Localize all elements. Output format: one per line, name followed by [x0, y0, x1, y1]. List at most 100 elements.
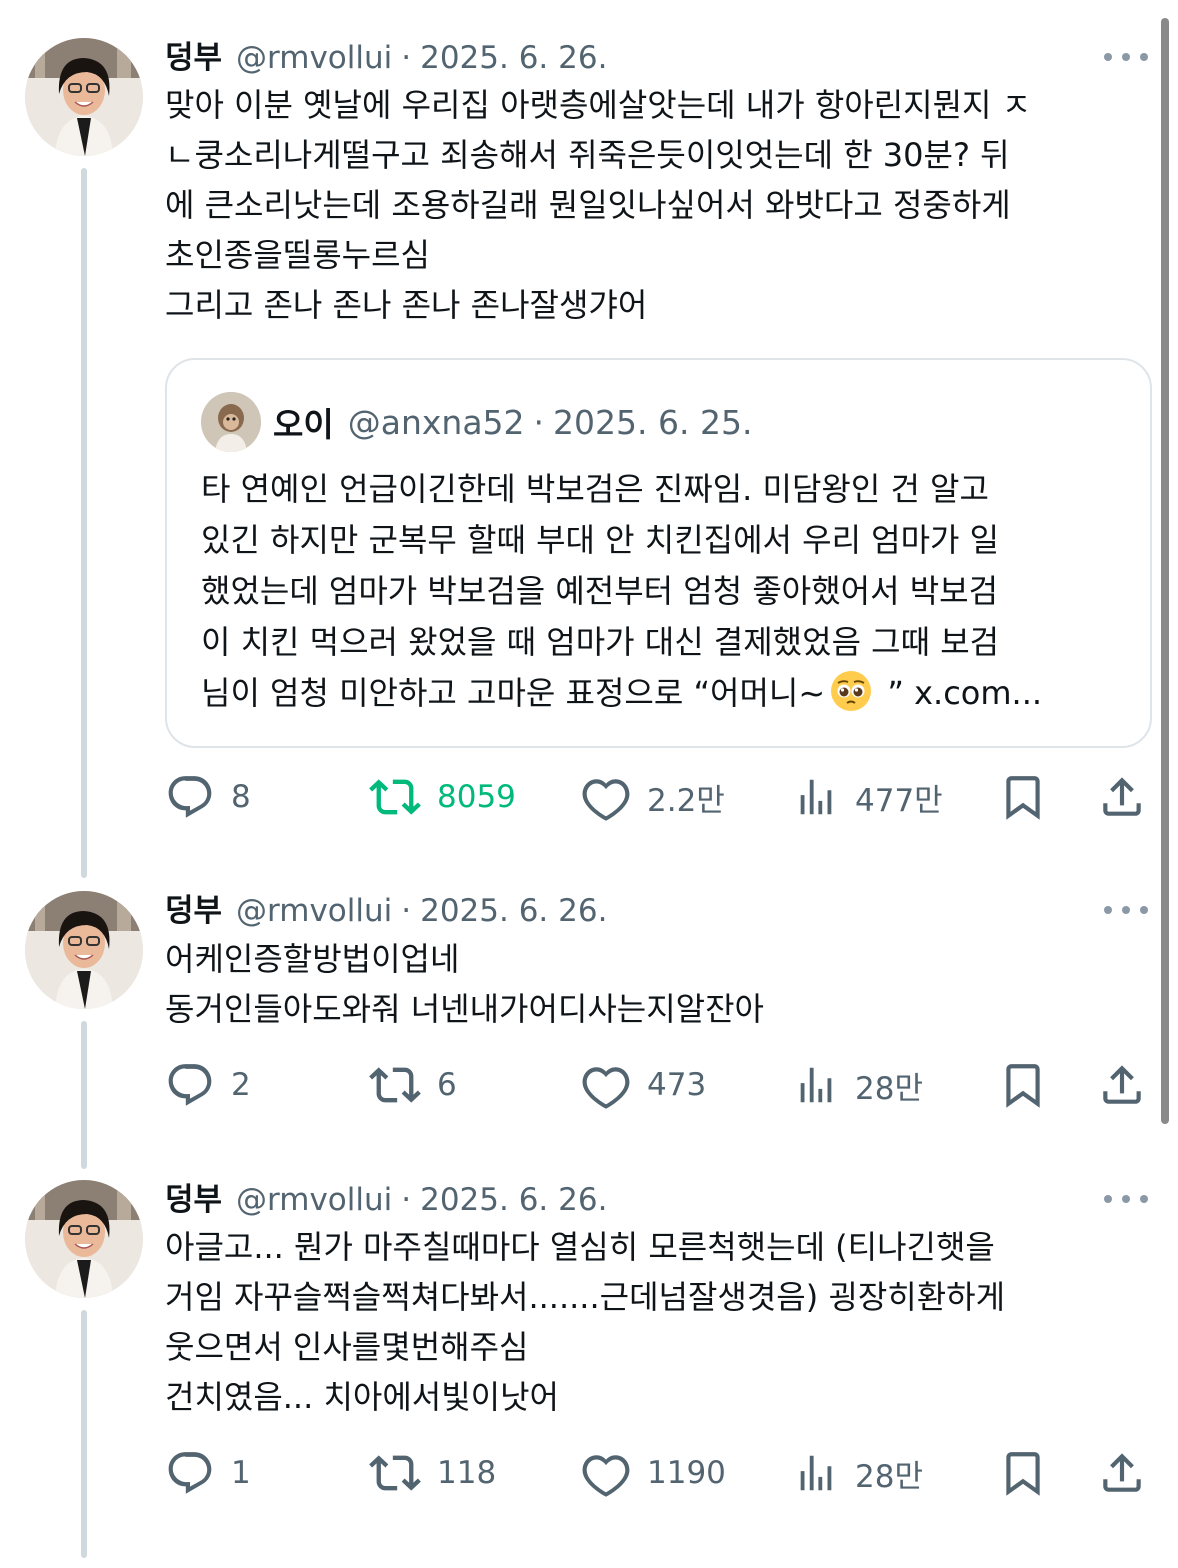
retweet-icon: [369, 779, 421, 815]
more-dots-icon[interactable]: [1104, 897, 1148, 923]
reply-count: 2: [231, 1067, 251, 1103]
retweet-icon: [369, 1067, 421, 1103]
text-line: 타 연예인 언급이긴한데 박보검은 진짜임. 미담왕인 건 알고: [201, 470, 989, 508]
text-line: 어케인증할방법이업네: [165, 940, 460, 978]
views-icon: [800, 779, 832, 815]
heart-icon: [582, 779, 630, 821]
reply-count: 1: [231, 1455, 251, 1491]
more-dots-icon[interactable]: [1104, 44, 1148, 70]
text-line: 초인종을띨롱누르심: [165, 236, 430, 274]
share-icon: [1103, 777, 1141, 816]
reply-button[interactable]: 2: [165, 1057, 251, 1113]
retweet-count: 6: [437, 1067, 457, 1103]
like-count: 1190: [647, 1455, 726, 1491]
reply-button[interactable]: 8: [165, 769, 251, 825]
thread-line: [81, 1310, 87, 1558]
action-bar: 2 6 473 28만: [165, 1057, 1155, 1113]
quoted-avatar[interactable]: [201, 392, 261, 452]
like-button[interactable]: 473: [581, 1057, 706, 1113]
reply-button[interactable]: 1: [165, 1445, 251, 1501]
text-line: 에 큰소리낫는데 조용하길래 뭔일잇나싶어서 와밧다고 정중하게: [165, 186, 1011, 224]
quoted-date[interactable]: 2025. 6. 25.: [553, 403, 752, 442]
retweet-button[interactable]: 118: [369, 1445, 496, 1501]
author-handle[interactable]: @rmvollui: [236, 889, 392, 933]
thread-line: [81, 168, 87, 878]
bookmark-button[interactable]: [998, 1057, 1048, 1113]
thread-page: 덩부 @rmvollui · 2025. 6. 26. 맞아 이분 옛날에 우리…: [0, 0, 1178, 1568]
views-count: 28만: [855, 1458, 923, 1495]
quoted-author-name[interactable]: 오이: [273, 398, 334, 446]
tweet-text: 어케인증할방법이업네 동거인들아도와줘 너넨내가어디사는지알잔아: [165, 934, 1140, 1034]
text-line: 건치였음... 치아에서빛이낫어: [165, 1378, 559, 1416]
like-button[interactable]: 1190: [581, 1445, 726, 1501]
quoted-tweet-card[interactable]: 오이 @anxna52 · 2025. 6. 25. 타 연예인 언급이긴한데 …: [165, 358, 1152, 748]
action-bar: 8 8059 2.2만 477만: [165, 769, 1155, 825]
tweet-date[interactable]: 2025. 6. 26.: [420, 36, 607, 80]
reply-icon: [168, 1064, 212, 1106]
text-fragment: ” x.com...: [877, 674, 1043, 712]
heart-icon: [582, 1455, 630, 1497]
views-button[interactable]: 28만: [793, 1445, 923, 1501]
retweet-button[interactable]: 8059: [369, 769, 516, 825]
views-icon: [800, 1455, 832, 1491]
like-count: 2.2만: [647, 782, 725, 819]
retweet-count: 8059: [437, 779, 516, 815]
heart-icon: [582, 1067, 630, 1109]
avatar[interactable]: [25, 1180, 143, 1298]
bookmark-icon: [1006, 1064, 1040, 1108]
views-count: 28만: [855, 1070, 923, 1107]
avatar[interactable]: [25, 891, 143, 1009]
share-icon: [1103, 1453, 1141, 1492]
quoted-text: 타 연예인 언급이긴한데 박보검은 진짜임. 미담왕인 건 알고 있긴 하지만 …: [201, 464, 1131, 719]
text-line: 그리고 존나 존나 존나 존나잘생갸어: [165, 286, 648, 324]
author-name[interactable]: 덩부: [165, 1178, 222, 1222]
text-line: 동거인들아도와줘 너넨내가어디사는지알잔아: [165, 990, 764, 1028]
tweet-header: 덩부 @rmvollui · 2025. 6. 26.: [165, 889, 607, 933]
text-line: 있긴 하지만 군복무 할때 부대 안 치킨집에서 우리 엄마가 일: [201, 521, 1000, 559]
bookmark-icon: [1006, 776, 1040, 820]
separator: ·: [533, 402, 545, 442]
text-line: 맞아 이분 옛날에 우리집 아랫층에살앗는데 내가 항아린지뭔지 ㅈ: [165, 86, 1032, 124]
separator: ·: [401, 893, 412, 929]
retweet-button[interactable]: 6: [369, 1057, 457, 1113]
tweet-header: 덩부 @rmvollui · 2025. 6. 26.: [165, 1178, 607, 1222]
bookmark-icon: [1006, 1452, 1040, 1496]
tweet-date[interactable]: 2025. 6. 26.: [420, 1178, 607, 1222]
separator: ·: [401, 40, 412, 76]
views-button[interactable]: 477만: [793, 769, 943, 825]
text-line: 웃으면서 인사를몇번해주심: [165, 1328, 529, 1366]
author-name[interactable]: 덩부: [165, 36, 222, 80]
text-line: 거임 자꾸슬쩍슬쩍쳐다봐서.......근데넘잘생겻음) 굉장히환하게: [165, 1278, 1006, 1316]
tweet-date[interactable]: 2025. 6. 26.: [420, 889, 607, 933]
share-button[interactable]: [1097, 1057, 1147, 1113]
scrollbar[interactable]: [1161, 18, 1169, 1124]
share-button[interactable]: [1097, 1445, 1147, 1501]
share-icon: [1103, 1065, 1141, 1104]
avatar[interactable]: [25, 38, 143, 156]
text-line: 아글고... 뭔가 마주칠때마다 열심히 모른척햇는데 (티나긴햇을: [165, 1228, 995, 1266]
tweet-header: 덩부 @rmvollui · 2025. 6. 26.: [165, 36, 607, 80]
bookmark-button[interactable]: [998, 1445, 1048, 1501]
quoted-header: 오이 @anxna52 · 2025. 6. 25.: [273, 398, 752, 446]
text-fragment: 님이 엄청 미안하고 고마운 표정으로 “어머니~: [201, 674, 826, 712]
quoted-author-handle[interactable]: @anxna52: [348, 403, 525, 442]
author-name[interactable]: 덩부: [165, 889, 222, 933]
views-button[interactable]: 28만: [793, 1057, 923, 1113]
bookmark-button[interactable]: [998, 769, 1048, 825]
author-handle[interactable]: @rmvollui: [236, 36, 392, 80]
pleading-face-emoji: [829, 669, 873, 713]
more-dots-icon[interactable]: [1104, 1186, 1148, 1212]
like-count: 473: [647, 1067, 707, 1103]
retweet-icon: [369, 1455, 421, 1491]
reply-icon: [168, 776, 212, 818]
tweet-text: 맞아 이분 옛날에 우리집 아랫층에살앗는데 내가 항아린지뭔지 ㅈ ㄴ쿵소리나…: [165, 80, 1140, 330]
action-bar: 1 118 1190 28만: [165, 1445, 1155, 1501]
views-icon: [800, 1067, 832, 1103]
thread-line: [81, 1021, 87, 1169]
like-button[interactable]: 2.2만: [581, 769, 725, 825]
share-button[interactable]: [1097, 769, 1147, 825]
retweet-count: 118: [437, 1455, 497, 1491]
author-handle[interactable]: @rmvollui: [236, 1178, 392, 1222]
text-line: 했었는데 엄마가 박보검을 예전부터 엄청 좋아했어서 박보검: [201, 572, 999, 610]
text-line: 이 치킨 먹으러 왔었을 때 엄마가 대신 결제했었음 그때 보검: [201, 623, 1000, 661]
